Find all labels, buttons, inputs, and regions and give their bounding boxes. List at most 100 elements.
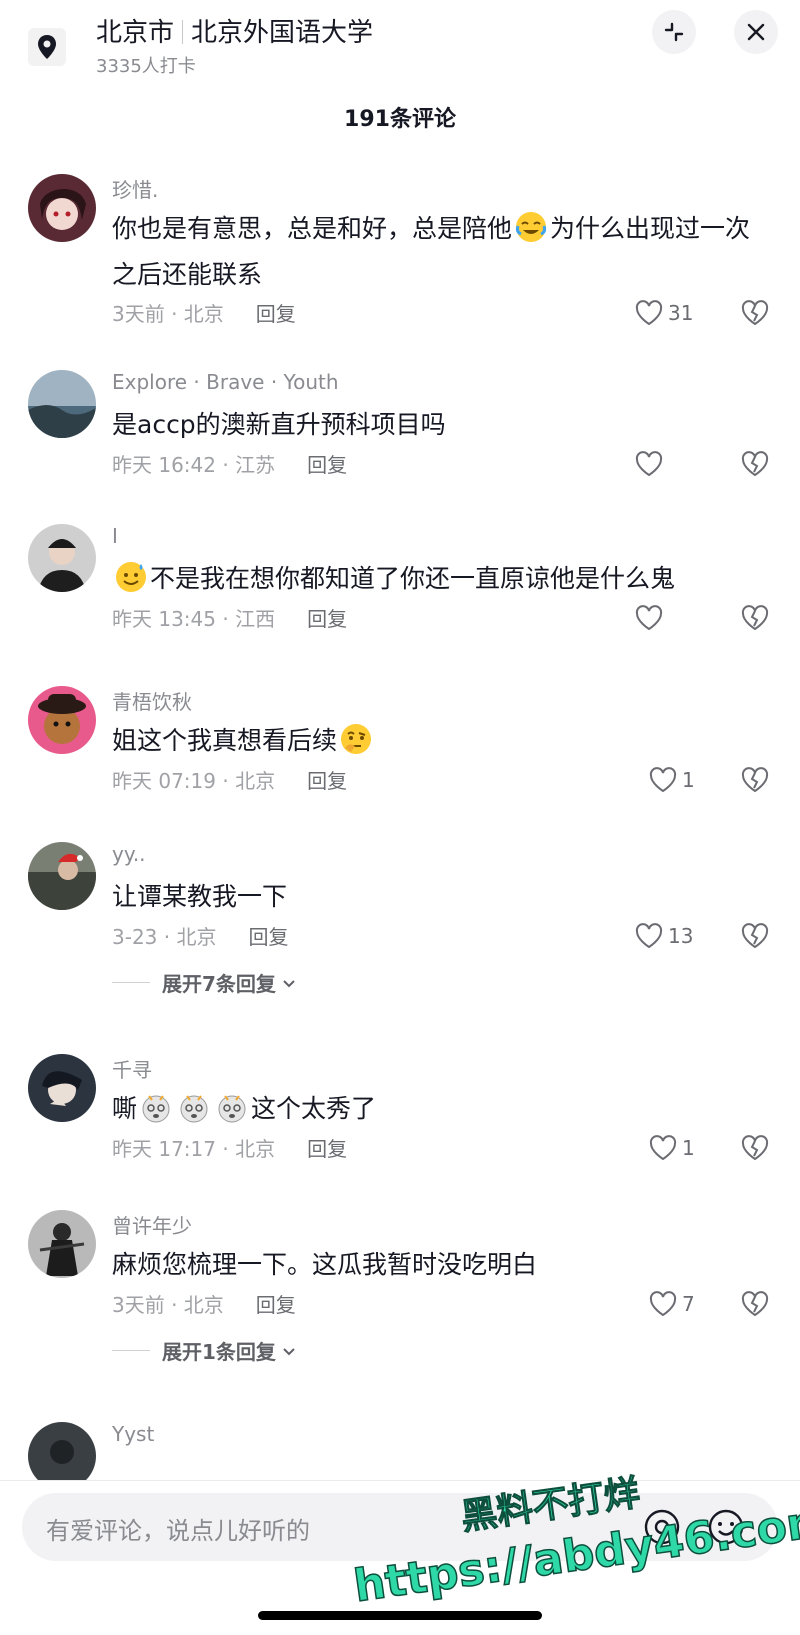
place-label: 北京外国语大学 <box>191 18 374 48</box>
home-indicator <box>258 1611 542 1620</box>
reply-button[interactable]: 回复 <box>307 607 347 631</box>
close-button[interactable] <box>734 10 778 54</box>
comment-text-part: 姐这个我真想看后续 <box>112 726 338 755</box>
avatar[interactable] <box>28 686 96 754</box>
comment-time-location: 3天前 · 北京 <box>112 302 224 326</box>
chevron-down-icon <box>283 979 295 987</box>
avatar[interactable] <box>28 1054 96 1122</box>
comment-text: 是accp的澳新直升预科项目吗 <box>112 410 446 439</box>
broken-heart-icon <box>741 451 769 477</box>
comment-list[interactable]: 珍惜. 你也是有意思，总是和好，总是陪他 为什么出现过一次之后还能联系 3天前 ·… <box>0 160 800 1498</box>
avatar[interactable] <box>28 524 96 592</box>
dislike-button[interactable] <box>738 1131 772 1165</box>
username[interactable]: 珍惜. <box>112 174 158 203</box>
like-button[interactable]: 13 <box>634 919 693 953</box>
comment-text-part: 不是我在想你都知道了你还一直原谅他是什么鬼 <box>150 564 676 593</box>
username[interactable]: 千寻 <box>112 1054 152 1083</box>
like-button[interactable]: 31 <box>634 296 693 330</box>
title-divider <box>182 20 184 44</box>
dislike-button[interactable] <box>738 296 772 330</box>
comment-meta: 昨天 17:17 · 北京 回复 <box>112 1133 347 1162</box>
expand-divider <box>112 982 150 983</box>
expand-replies-button[interactable]: 展开1条回复 <box>112 1336 298 1365</box>
heart-icon <box>649 1291 677 1317</box>
sweat-smile-emoji <box>116 562 146 592</box>
broken-heart-icon <box>741 1291 769 1317</box>
reply-button[interactable]: 回复 <box>307 769 347 793</box>
like-button[interactable]: 7 <box>648 1287 695 1321</box>
comment-text: 你也是有意思，总是和好，总是陪他 为什么出现过一次之后还能联系 <box>112 206 762 298</box>
heart-icon <box>649 767 677 793</box>
username[interactable]: I <box>112 524 118 548</box>
expand-replies-label: 展开7条回复 <box>162 972 276 996</box>
like-count: 31 <box>668 301 694 325</box>
comment-item: 青梧饮秋 姐这个我真想看后续 昨天 07:19 · 北京 回复 1 <box>0 672 800 828</box>
comment-item: 曾许年少 麻烦您梳理一下。这瓜我暂时没吃明白 3天前 · 北京 回复 7 展开1条… <box>0 1196 800 1408</box>
comment-time-location: 昨天 13:45 · 江西 <box>112 607 276 631</box>
like-button[interactable] <box>634 447 668 481</box>
username[interactable]: Yyst <box>112 1422 154 1446</box>
broken-heart-icon <box>741 1135 769 1161</box>
broken-heart-icon <box>741 767 769 793</box>
reply-button[interactable]: 回复 <box>307 1137 347 1161</box>
collapse-button[interactable] <box>652 10 696 54</box>
comment-text: 不是我在想你都知道了你还一直原谅他是什么鬼 <box>112 556 762 602</box>
expand-replies-label: 展开1条回复 <box>162 1340 276 1364</box>
comment-time-location: 昨天 07:19 · 北京 <box>112 769 276 793</box>
comment-text: 嘶 这个太秀了 <box>112 1086 762 1132</box>
username[interactable]: Explore · Brave · Youth <box>112 370 339 394</box>
like-count: 1 <box>682 768 695 792</box>
mind-blown-emoji <box>180 1095 208 1123</box>
location-title[interactable]: 北京市 北京外国语大学 <box>96 12 373 49</box>
avatar[interactable] <box>28 174 96 242</box>
username[interactable]: 曾许年少 <box>112 1210 192 1239</box>
heart-icon <box>635 300 663 326</box>
heart-icon <box>635 605 663 631</box>
comment-text: 姐这个我真想看后续 <box>112 718 762 764</box>
reply-button[interactable]: 回复 <box>256 302 296 326</box>
reply-button[interactable]: 回复 <box>256 1293 296 1317</box>
comment-input-placeholder: 有爱评论，说点儿好听的 <box>46 1517 310 1545</box>
expand-replies-button[interactable]: 展开7条回复 <box>112 968 298 997</box>
like-button[interactable] <box>634 601 668 635</box>
collapse-icon <box>664 22 684 42</box>
dislike-button[interactable] <box>738 919 772 953</box>
reply-button[interactable]: 回复 <box>248 925 288 949</box>
comment-time-location: 3天前 · 北京 <box>112 1293 224 1317</box>
dislike-button[interactable] <box>738 447 772 481</box>
heart-icon <box>649 1135 677 1161</box>
comment-time-location: 3-23 · 北京 <box>112 925 217 949</box>
username[interactable]: yy.. <box>112 842 146 866</box>
comment-text-part: 嘶 <box>112 1094 138 1123</box>
dislike-button[interactable] <box>738 601 772 635</box>
comment-meta: 昨天 13:45 · 江西 回复 <box>112 603 347 632</box>
like-button[interactable]: 1 <box>648 763 695 797</box>
location-header: 北京市 北京外国语大学 3335人打卡 191条评论 <box>0 0 800 150</box>
comment-text: 让谭某教我一下 <box>112 882 288 911</box>
broken-heart-icon <box>741 923 769 949</box>
comment-meta: 昨天 07:19 · 北京 回复 <box>112 765 347 794</box>
comment-item: 千寻 嘶 这个太秀了 昨天 17:17 · 北京 回复 1 <box>0 1040 800 1196</box>
avatar[interactable] <box>28 1210 96 1278</box>
dislike-button[interactable] <box>738 1287 772 1321</box>
checkin-count: 3335人打卡 <box>96 56 196 77</box>
comment-time-location: 昨天 17:17 · 北京 <box>112 1137 276 1161</box>
like-count: 13 <box>668 924 694 948</box>
reply-button[interactable]: 回复 <box>307 453 347 477</box>
avatar[interactable] <box>28 370 96 438</box>
comment-item: yy.. 让谭某教我一下 3-23 · 北京 回复 13 展开7条回复 <box>0 828 800 1040</box>
location-pin-icon[interactable] <box>28 28 66 66</box>
comment-text-part: 这个太秀了 <box>251 1094 377 1123</box>
heart-icon <box>635 923 663 949</box>
comment-text: 麻烦您梳理一下。这瓜我暂时没吃明白 <box>112 1250 538 1279</box>
dislike-button[interactable] <box>738 763 772 797</box>
like-button[interactable]: 1 <box>648 1131 695 1165</box>
thinking-emoji <box>341 724 372 754</box>
comment-time-location: 昨天 16:42 · 江苏 <box>112 453 276 477</box>
comment-count: 191条评论 <box>344 107 456 132</box>
username[interactable]: 青梧饮秋 <box>112 686 192 715</box>
comment-item: 珍惜. 你也是有意思，总是和好，总是陪他 为什么出现过一次之后还能联系 3天前 ·… <box>0 160 800 356</box>
avatar[interactable] <box>28 842 96 910</box>
broken-heart-icon <box>741 605 769 631</box>
comment-item: Explore · Brave · Youth 是accp的澳新直升预科项目吗 … <box>0 356 800 510</box>
